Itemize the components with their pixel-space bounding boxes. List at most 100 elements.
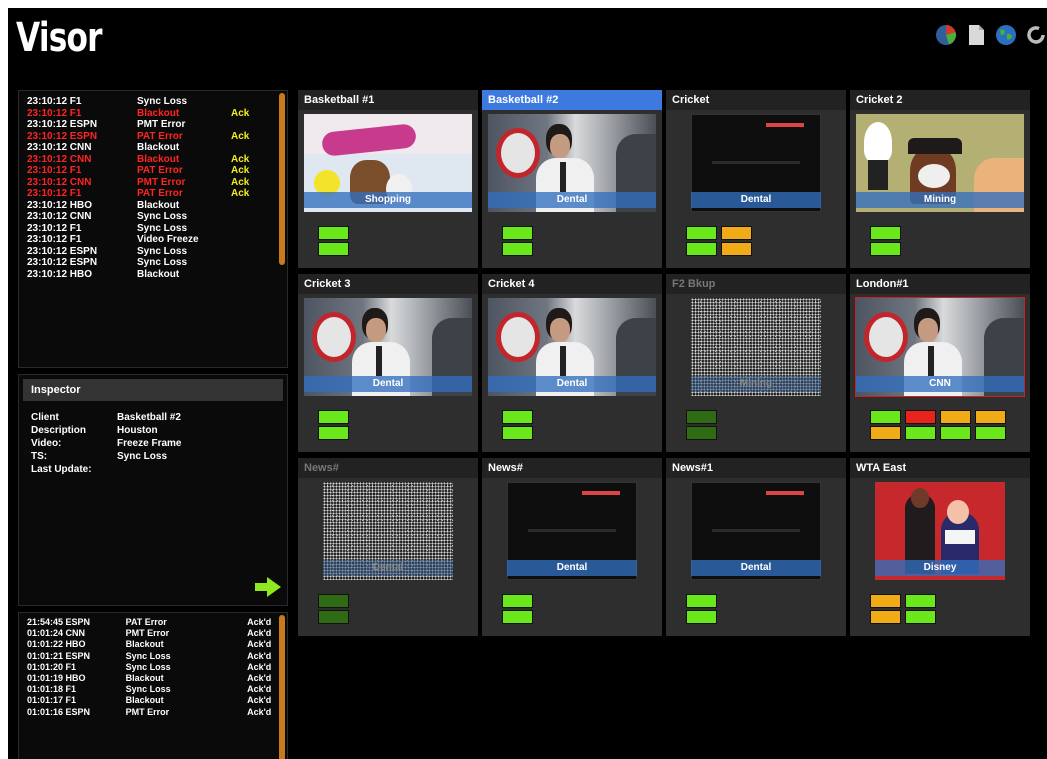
acknowledged-message: Sync Loss bbox=[125, 684, 171, 695]
acknowledged-time: 01:01:16 ESPN bbox=[27, 706, 91, 717]
tile-title: News# bbox=[298, 458, 478, 478]
video-thumbnail[interactable]: Dental bbox=[488, 114, 656, 212]
ack-button[interactable]: Ack bbox=[231, 165, 271, 177]
alarm-row[interactable]: 23:10:12 CNN PMT Error Ack bbox=[19, 177, 287, 189]
status-cell bbox=[870, 426, 901, 440]
channel-label: Disney bbox=[875, 560, 1005, 576]
video-thumbnail[interactable]: Dental bbox=[304, 298, 472, 396]
alarm-row[interactable]: 23:10:12 ESPN Sync Loss bbox=[19, 246, 287, 258]
acknowledged-row[interactable]: 01:01:22 HBO Blackout Ack'd bbox=[19, 639, 287, 650]
acknowledged-list: 21:54:45 ESPN PAT Error Ack'd 01:01:24 CNN P… bbox=[19, 613, 287, 718]
status-cell bbox=[502, 610, 533, 624]
channel-tile[interactable]: News# Dental bbox=[298, 458, 478, 636]
next-arrow-icon[interactable] bbox=[255, 577, 281, 597]
video-thumbnail[interactable]: Dental bbox=[323, 482, 453, 580]
ack-button[interactable] bbox=[231, 96, 271, 108]
pie-chart-icon[interactable] bbox=[935, 24, 957, 46]
ack-button[interactable] bbox=[231, 269, 271, 281]
alarm-row[interactable]: 23:10:12 F1 Blackout Ack bbox=[19, 108, 287, 120]
channel-tile[interactable]: Cricket 2 Mining bbox=[850, 90, 1030, 268]
acknowledged-row[interactable]: 01:01:17 F1 Blackout Ack'd bbox=[19, 695, 287, 706]
alarm-row[interactable]: 23:10:12 ESPN Sync Loss bbox=[19, 257, 287, 269]
tile-title: News# bbox=[482, 458, 662, 478]
acknowledged-row[interactable]: 01:01:16 ESPN PMT Error Ack'd bbox=[19, 707, 287, 718]
alarm-row[interactable]: 23:10:12 CNN Sync Loss bbox=[19, 211, 287, 223]
ack-button[interactable]: Ack bbox=[231, 131, 271, 143]
channel-tile[interactable]: WTA East Disney bbox=[850, 458, 1030, 636]
channel-tile[interactable]: Cricket 3 Dental bbox=[298, 274, 478, 452]
ack-scrollbar[interactable] bbox=[279, 615, 285, 759]
video-thumbnail[interactable]: Disney bbox=[875, 482, 1005, 580]
tile-title: Cricket 2 bbox=[850, 90, 1030, 110]
channel-tile[interactable]: London#1 CNN bbox=[850, 274, 1030, 452]
status-cell bbox=[870, 410, 901, 424]
inspector-panel: Inspector Client Basketball #2 Description… bbox=[18, 374, 288, 606]
channel-tile[interactable]: News#1 Dental bbox=[666, 458, 846, 636]
alarm-row[interactable]: 23:10:12 F1 PAT Error Ack bbox=[19, 165, 287, 177]
alarm-row[interactable]: 23:10:12 F1 Sync Loss bbox=[19, 96, 287, 108]
ack-button[interactable]: Ack bbox=[231, 154, 271, 166]
alarm-message: Sync Loss bbox=[137, 96, 188, 107]
status-cell bbox=[870, 226, 901, 240]
channel-tile[interactable]: News# Dental bbox=[482, 458, 662, 636]
video-thumbnail[interactable]: Mining bbox=[856, 114, 1024, 212]
video-thumbnail[interactable]: Mining bbox=[691, 298, 821, 396]
acknowledged-row[interactable]: 01:01:18 F1 Sync Loss Ack'd bbox=[19, 684, 287, 695]
alarm-message: PMT Error bbox=[137, 176, 186, 188]
alarm-row[interactable]: 23:10:12 HBO Blackout bbox=[19, 269, 287, 281]
alarm-row[interactable]: 23:10:12 ESPN PAT Error Ack bbox=[19, 131, 287, 143]
ack-button[interactable]: Ack bbox=[231, 177, 271, 189]
ack-button[interactable] bbox=[231, 257, 271, 269]
ack-button[interactable] bbox=[231, 119, 271, 131]
status-cell bbox=[905, 594, 936, 608]
ack-button[interactable] bbox=[231, 234, 271, 246]
channel-label: Mining bbox=[691, 376, 821, 392]
alarm-row[interactable]: 23:10:12 F1 Video Freeze bbox=[19, 234, 287, 246]
channel-tile[interactable]: Basketball #1 Shopping bbox=[298, 90, 478, 268]
status-cell bbox=[318, 594, 349, 608]
ack-button[interactable] bbox=[231, 211, 271, 223]
ack-button[interactable] bbox=[231, 142, 271, 154]
video-thumbnail[interactable]: Dental bbox=[507, 482, 637, 580]
acknowledged-row[interactable]: 01:01:20 F1 Sync Loss Ack'd bbox=[19, 662, 287, 673]
alarm-row[interactable]: 23:10:12 ESPN PMT Error bbox=[19, 119, 287, 131]
video-thumbnail[interactable]: Dental bbox=[488, 298, 656, 396]
acknowledged-row[interactable]: 01:01:24 CNN PMT Error Ack'd bbox=[19, 628, 287, 639]
video-thumbnail[interactable]: Dental bbox=[691, 482, 821, 580]
acknowledged-row[interactable]: 01:01:21 ESPN Sync Loss Ack'd bbox=[19, 651, 287, 662]
tile-title: London#1 bbox=[850, 274, 1030, 294]
alarm-time: 23:10:12 F1 bbox=[27, 222, 82, 234]
video-thumbnail[interactable]: CNN bbox=[855, 297, 1025, 397]
refresh-icon[interactable] bbox=[1025, 24, 1047, 46]
ack-button[interactable] bbox=[231, 246, 271, 258]
ack-button[interactable] bbox=[231, 200, 271, 212]
ack-button[interactable]: Ack bbox=[231, 108, 271, 120]
acknowledged-row[interactable]: 01:01:19 HBO Blackout Ack'd bbox=[19, 673, 287, 684]
alarm-message: Video Freeze bbox=[137, 234, 199, 245]
acknowledged-time: 01:01:22 HBO bbox=[27, 639, 86, 650]
acknowledged-row[interactable]: 21:54:45 ESPN PAT Error Ack'd bbox=[19, 617, 287, 628]
status-cell bbox=[721, 226, 752, 240]
inspector-key: Video: bbox=[31, 438, 62, 449]
channel-label: Dental bbox=[304, 376, 472, 392]
alarm-row[interactable]: 23:10:12 CNN Blackout bbox=[19, 142, 287, 154]
globe-icon[interactable] bbox=[995, 24, 1017, 46]
alarm-row[interactable]: 23:10:12 HBO Blackout bbox=[19, 200, 287, 212]
channel-tile[interactable]: Cricket 4 Dental bbox=[482, 274, 662, 452]
channel-tile[interactable]: Cricket Dental bbox=[666, 90, 846, 268]
channel-tile[interactable]: Basketball #2 Dental bbox=[482, 90, 662, 268]
ack-button[interactable]: Ack bbox=[231, 188, 271, 200]
video-thumbnail[interactable]: Dental bbox=[691, 114, 821, 212]
acknowledged-message: Blackout bbox=[125, 695, 164, 706]
ack-button[interactable] bbox=[231, 223, 271, 235]
alarm-scrollbar[interactable] bbox=[279, 93, 285, 265]
status-cell bbox=[502, 426, 533, 440]
acknowledged-message: Sync Loss bbox=[125, 661, 171, 672]
video-thumbnail[interactable]: Shopping bbox=[304, 114, 472, 212]
alarm-log-panel: 23:10:12 F1 Sync Loss 23:10:12 F1 Blackout A… bbox=[18, 90, 288, 368]
alarm-row[interactable]: 23:10:12 CNN Blackout Ack bbox=[19, 154, 287, 166]
alarm-row[interactable]: 23:10:12 F1 Sync Loss bbox=[19, 223, 287, 235]
document-icon[interactable] bbox=[965, 24, 987, 46]
alarm-row[interactable]: 23:10:12 F1 PAT Error Ack bbox=[19, 188, 287, 200]
channel-tile[interactable]: F2 Bkup Mining bbox=[666, 274, 846, 452]
